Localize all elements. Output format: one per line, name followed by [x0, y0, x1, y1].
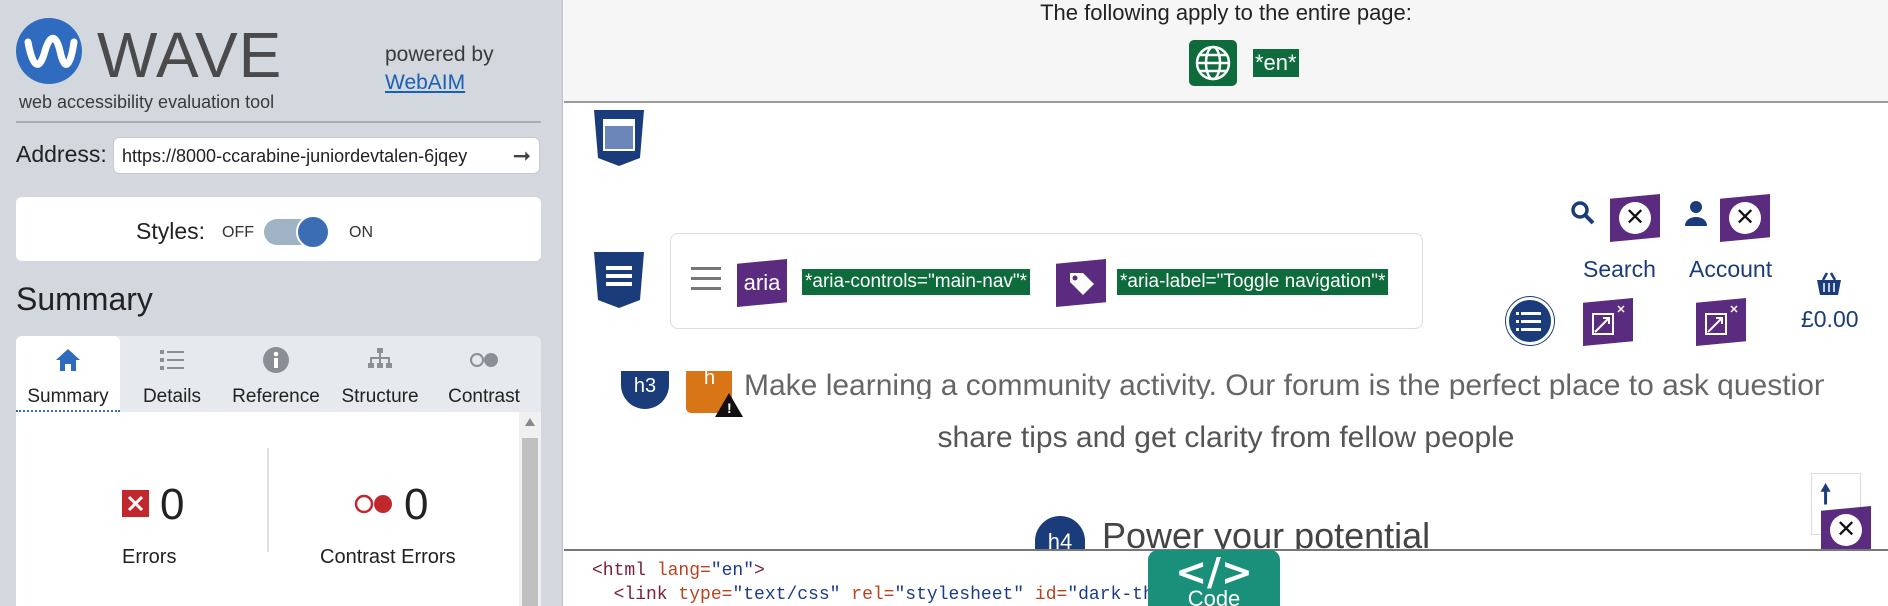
page-preview: The following apply to the entire page: …: [564, 0, 1888, 606]
go-arrow-icon[interactable]: ➞: [513, 143, 531, 169]
aria-label-tag-icon[interactable]: [1056, 259, 1106, 307]
address-input[interactable]: [122, 143, 502, 169]
summary-heading: Summary: [16, 281, 153, 317]
search-error-icon[interactable]: ✕: [1610, 194, 1660, 242]
account-error-icon[interactable]: ✕: [1720, 194, 1770, 242]
summary-panel: 0 Errors 0 Contrast Errors: [16, 412, 541, 606]
tab-reference[interactable]: Reference: [224, 336, 328, 412]
panel-scrollbar[interactable]: [519, 412, 541, 606]
address-label: Address:: [16, 141, 107, 167]
language-globe-icon[interactable]: [1189, 40, 1237, 86]
home-icon: [56, 349, 80, 371]
tab-structure[interactable]: Structure: [328, 336, 432, 412]
styles-toggle-knob: [296, 215, 330, 249]
tab-structure-label: Structure: [341, 386, 419, 407]
info-icon: [263, 347, 289, 373]
search-icon[interactable]: [1570, 200, 1596, 233]
styles-panel: Styles: OFF ON: [16, 197, 541, 261]
link-redundant-account-icon[interactable]: [1696, 298, 1746, 346]
wave-logo-icon: [16, 18, 82, 84]
error-icon: [122, 490, 149, 517]
code-line-1[interactable]: <html lang="en">: [592, 561, 765, 581]
address-box: ➞: [113, 137, 540, 174]
basket-total[interactable]: £0.00: [1801, 306, 1859, 333]
back-to-top-error-icon[interactable]: ✕: [1821, 506, 1871, 554]
h3-heading-icon[interactable]: h3: [621, 371, 669, 409]
tab-contrast[interactable]: Contrast: [432, 336, 536, 412]
errors-count: 0: [160, 480, 185, 529]
tab-contrast-label: Contrast: [448, 386, 520, 407]
webaim-link[interactable]: WebAIM: [385, 69, 494, 97]
aria-controls-badge[interactable]: *aria-controls="main-nav"*: [802, 269, 1031, 295]
page-wide-info: The following apply to the entire page: …: [564, 0, 1888, 103]
scroll-up-arrow-icon[interactable]: [525, 418, 535, 426]
tab-details-label: Details: [142, 386, 202, 407]
forum-paragraph-line1: Make learning a community activity. Our …: [744, 369, 1824, 399]
power-heading: Power your potential: [1102, 515, 1431, 550]
search-link[interactable]: Search: [1583, 256, 1656, 283]
sitemap-icon: [368, 348, 392, 368]
header-divider: [16, 121, 541, 123]
powered-by-text: powered by: [385, 43, 494, 66]
panel-tabs: Summary Details Reference Structure Cont…: [16, 336, 541, 412]
hamburger-menu-icon[interactable]: [691, 267, 721, 291]
tab-summary[interactable]: Summary: [16, 336, 120, 412]
alert-heading-letter: h: [704, 367, 716, 389]
list-structure-icon[interactable]: [1506, 297, 1554, 345]
wave-brand: WAVE: [97, 19, 283, 91]
account-user-icon[interactable]: [1684, 200, 1708, 233]
warning-triangle-icon: !: [715, 393, 743, 417]
language-badge[interactable]: *en*: [1253, 49, 1299, 77]
errors-label: Errors: [122, 546, 177, 568]
styles-label: Styles:: [136, 218, 206, 244]
code-toggle-button[interactable]: </> Code: [1148, 550, 1280, 606]
powered-by: powered by WebAIM: [385, 41, 494, 97]
nav-toggle-container: aria *aria-controls="main-nav"* *aria-la…: [670, 233, 1423, 329]
tab-reference-label: Reference: [232, 386, 320, 407]
html5-region-icon[interactable]: [592, 110, 646, 166]
styles-toggle[interactable]: [264, 215, 330, 249]
wave-subtitle: web accessibility evaluation tool: [19, 92, 275, 112]
stats-divider: [267, 448, 269, 552]
contrast-icon: [470, 353, 498, 367]
contrast-errors-count: 0: [404, 480, 429, 529]
forum-paragraph-line2: share tips and get clarity from fellow p…: [937, 421, 1515, 454]
contrast-errors-label: Contrast Errors: [320, 546, 456, 568]
tab-details[interactable]: Details: [120, 336, 224, 412]
styles-on-label: ON: [349, 224, 373, 241]
nav-region-icon[interactable]: [592, 252, 646, 308]
list-icon: [160, 350, 184, 370]
code-button-label: Code: [1187, 586, 1241, 606]
basket-icon[interactable]: [1815, 271, 1843, 304]
scrollbar-thumb[interactable]: [522, 438, 538, 606]
contrast-error-icon: [354, 494, 392, 514]
aria-label-badge[interactable]: *aria-label="Toggle navigation"*: [1117, 269, 1389, 295]
tab-summary-label: Summary: [16, 386, 120, 412]
link-redundant-icon[interactable]: [1583, 298, 1633, 346]
page-info-text: The following apply to the entire page:: [1040, 0, 1412, 25]
aria-icon[interactable]: aria: [737, 259, 787, 307]
wave-sidebar: WAVE web accessibility evaluation tool p…: [0, 0, 563, 606]
account-link[interactable]: Account: [1689, 256, 1772, 283]
styles-off-label: OFF: [222, 224, 254, 241]
